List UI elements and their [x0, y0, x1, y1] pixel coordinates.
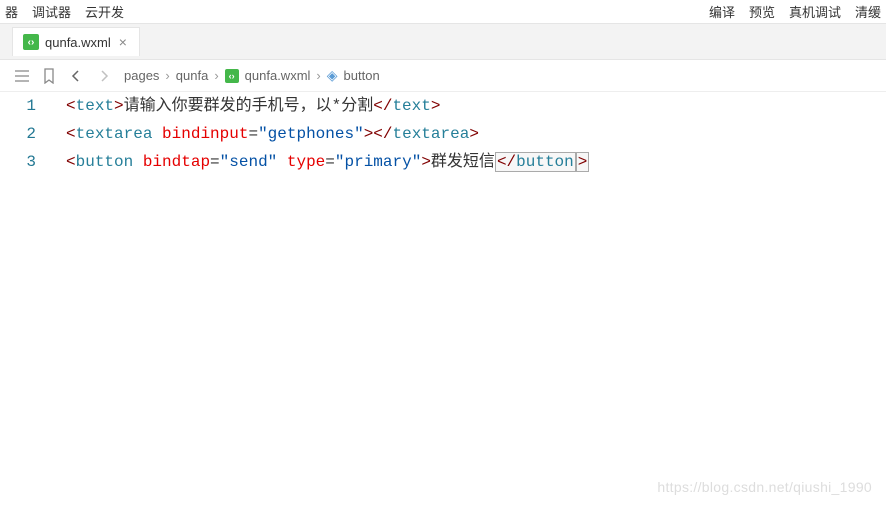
menu-item-cloud[interactable]: 云开发 [85, 2, 124, 21]
chevron-right-icon: › [214, 68, 218, 83]
top-menu-bar: 器 调试器 云开发 编译 预览 真机调试 清缓 [0, 0, 886, 24]
code-content[interactable]: <text>请输入你要群发的手机号，以*分割</text> <textarea … [60, 92, 886, 176]
menu-item-compile[interactable]: 编译 [709, 2, 735, 21]
chevron-right-icon: › [316, 68, 320, 83]
code-line[interactable]: <button bindtap="send" type="primary">群发… [66, 148, 886, 176]
breadcrumb-file[interactable]: qunfa.wxml [245, 68, 311, 83]
line-number-gutter: 1 2 3 [0, 92, 60, 176]
line-number: 3 [0, 148, 36, 176]
cursor-selection: > [576, 152, 590, 172]
chevron-right-icon: › [165, 68, 169, 83]
menu-item-debugger[interactable]: 调试器 [32, 2, 71, 21]
code-line[interactable]: <textarea bindinput="getphones"></textar… [66, 120, 886, 148]
menu-item-device-debug[interactable]: 真机调试 [789, 2, 841, 21]
breadcrumb: pages › qunfa › ‹› qunfa.wxml › ◈ button [124, 67, 380, 84]
top-menu-right: 编译 预览 真机调试 清缓 [709, 2, 881, 21]
code-line[interactable]: <text>请输入你要群发的手机号，以*分割</text> [66, 92, 886, 120]
list-icon[interactable] [14, 68, 30, 84]
cursor-selection: </button [495, 152, 576, 172]
breadcrumb-symbol[interactable]: button [344, 68, 380, 83]
wxml-file-icon: ‹› [225, 69, 239, 83]
code-editor[interactable]: 1 2 3 <text>请输入你要群发的手机号，以*分割</text> <tex… [0, 92, 886, 176]
menu-item-clear-cache[interactable]: 清缓 [855, 2, 881, 21]
symbol-icon: ◈ [327, 67, 338, 84]
tab-filename: qunfa.wxml [45, 35, 111, 50]
bookmark-icon[interactable] [42, 68, 56, 84]
menu-item[interactable]: 器 [5, 2, 18, 21]
watermark-text: https://blog.csdn.net/qiushi_1990 [657, 479, 872, 495]
tab-bar: ‹› qunfa.wxml × [0, 24, 886, 60]
wxml-file-icon: ‹› [23, 34, 39, 50]
nav-forward-icon[interactable] [96, 68, 112, 84]
file-tab[interactable]: ‹› qunfa.wxml × [12, 27, 140, 56]
nav-back-icon[interactable] [68, 68, 84, 84]
menu-item-preview[interactable]: 预览 [749, 2, 775, 21]
breadcrumb-segment[interactable]: pages [124, 68, 159, 83]
tab-close-icon[interactable]: × [117, 34, 129, 50]
editor-toolbar: pages › qunfa › ‹› qunfa.wxml › ◈ button [0, 60, 886, 92]
line-number: 2 [0, 120, 36, 148]
top-menu-left: 器 调试器 云开发 [5, 2, 124, 21]
breadcrumb-segment[interactable]: qunfa [176, 68, 209, 83]
line-number: 1 [0, 92, 36, 120]
